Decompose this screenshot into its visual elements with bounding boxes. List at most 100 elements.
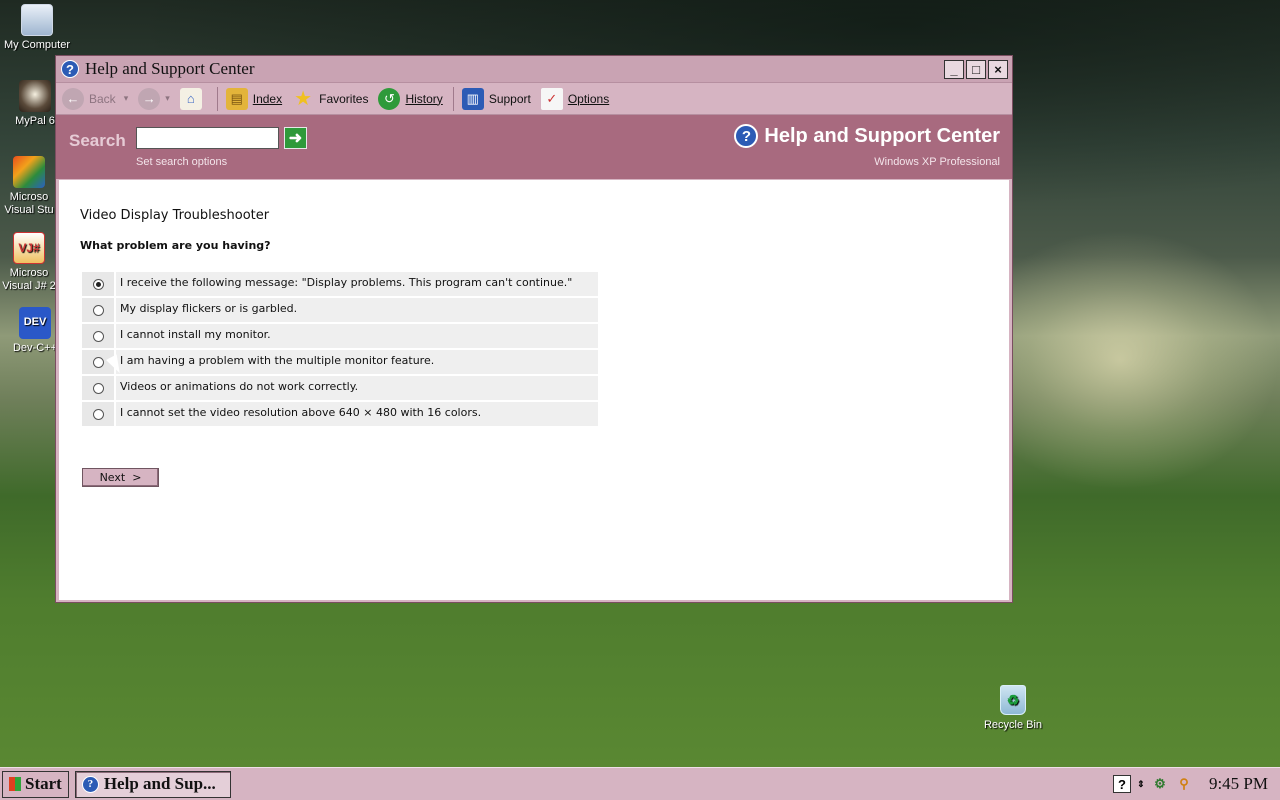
star-icon: ★ [294,88,313,110]
option-label[interactable]: I am having a problem with the multiple … [116,350,598,374]
help-tray-icon[interactable]: ? [1112,775,1131,793]
support-icon: ▥ [461,87,484,110]
desktop-icon-visual-studio[interactable]: Microso Visual Stu [0,156,60,217]
radio-cell [82,298,114,322]
content-pane: Video Display Troubleshooter What proble… [59,180,1009,600]
toolbar-separator [216,86,218,111]
visual-jsharp-icon: VJ# [13,232,45,264]
help-icon: ? [81,775,99,793]
forward-dropdown-icon[interactable]: ▾ [165,93,170,104]
radio-button[interactable] [92,408,104,420]
minimize-button[interactable]: _ [944,59,964,79]
go-arrow-icon: ➜ [288,130,303,147]
start-button[interactable]: Start [2,770,69,798]
search-label: Search [69,131,126,150]
taskbar-item-help-support[interactable]: ? Help and Sup... [74,770,231,798]
question-text: What problem are you having? [80,239,271,252]
start-label: Start [25,774,62,793]
desktop-icon-my-computer[interactable]: My Computer [0,4,74,51]
brand-title: ? Help and Support Center [734,124,1000,148]
desktop-icon-visual-jsharp[interactable]: VJ# Microso Visual J# 2 [0,232,60,293]
options-button[interactable]: ✓ Options [540,87,610,110]
home-icon: ⌂ [179,87,202,110]
radio-cell [82,324,114,348]
windows-flag-icon [9,777,21,791]
window-titlebar[interactable]: ? Help and Support Center _ □ × [56,56,1012,83]
brand-subtitle: Windows XP Professional [874,156,1000,168]
toolbar-separator [452,86,454,111]
history-label: History [405,91,443,106]
back-button[interactable]: ← Back ▾ [62,87,129,110]
support-button[interactable]: ▥ Support [461,87,531,110]
help-support-window: ? Help and Support Center _ □ × ← Back ▾… [55,55,1013,603]
problem-option[interactable]: My display flickers or is garbled. [82,298,598,322]
search-input[interactable] [136,127,279,149]
brand-title-text: Help and Support Center [764,124,1000,147]
option-label[interactable]: Videos or animations do not work correct… [116,376,598,400]
option-label[interactable]: I cannot install my monitor. [116,324,598,348]
radio-button[interactable] [92,356,104,368]
close-button[interactable]: × [988,59,1008,79]
problem-option[interactable]: I cannot install my monitor. [82,324,598,348]
support-label: Support [488,91,531,106]
options-label: Options [567,91,610,106]
desktop-icon-label: My Computer [3,39,71,51]
desktop-icon-label: Microso Visual J# 2 [2,267,56,292]
radio-button[interactable] [92,382,104,394]
window-controls: _ □ × [944,59,1008,79]
system-tray: ? ⇕ ⚙ ⚲ 9:45 PM [1112,771,1276,798]
page-title: Video Display Troubleshooter [80,208,270,223]
radio-cell [82,376,114,400]
search-band: Search ➜ Set search options ? Help and S… [56,115,1012,179]
radio-button[interactable] [92,330,104,342]
toolbar: ← Back ▾ → ▾ ⌂ ▤ Index ★ Favorites ↺ His… [56,83,1012,115]
radio-button[interactable] [92,304,104,316]
search-tray-icon[interactable]: ⚲ [1175,775,1193,793]
option-label[interactable]: I receive the following message: "Displa… [116,272,598,296]
taskbar: Start ? Help and Sup... ? ⇕ ⚙ ⚲ 9:45 PM [0,767,1280,800]
favorites-button[interactable]: ★ Favorites [292,88,368,110]
mypal-icon [19,80,51,112]
radio-button[interactable] [92,278,104,290]
devcpp-icon: DEV [19,307,51,339]
history-icon: ↺ [378,87,401,110]
computer-icon [21,4,53,36]
visual-studio-icon [13,156,45,188]
option-label[interactable]: I cannot set the video resolution above … [116,402,598,426]
back-label: Back [89,91,116,106]
index-label: Index [252,91,283,106]
options-checklist-icon: ✓ [540,87,563,110]
desktop-icon-label: Microso Visual Stu [4,191,54,216]
network-tray-icon[interactable]: ⚙ [1151,775,1169,793]
taskbar-item-label: Help and Sup... [103,774,216,793]
problem-option[interactable]: I cannot set the video resolution above … [82,402,598,426]
radio-cell [82,272,114,296]
search-go-button[interactable]: ➜ [284,127,307,149]
favorites-label: Favorites [319,91,369,106]
window-title: Help and Support Center [85,59,255,78]
help-icon: ? [734,124,759,148]
forward-arrow-icon: → [138,87,161,110]
home-button[interactable]: ⌂ [179,87,207,110]
tray-scroll-arrows-icon[interactable]: ⇕ [1137,775,1145,793]
clock[interactable]: 9:45 PM [1209,774,1268,794]
help-icon: ? [61,60,79,78]
back-arrow-icon: ← [62,87,84,110]
problem-option[interactable]: I am having a problem with the multiple … [82,350,598,374]
next-button[interactable]: Next > [82,468,159,487]
index-button[interactable]: ▤ Index [225,87,283,110]
set-search-options-link[interactable]: Set search options [136,156,227,168]
option-label[interactable]: My display flickers or is garbled. [116,298,598,322]
desktop-icon-label: Recycle Bin [983,719,1043,731]
desktop-icon-recycle-bin[interactable]: ♻ Recycle Bin [975,685,1051,731]
problem-options-list: I receive the following message: "Displa… [82,272,598,428]
recycle-bin-icon: ♻ [1000,685,1026,715]
problem-option[interactable]: I receive the following message: "Displa… [82,272,598,296]
book-icon: ▤ [225,87,248,110]
maximize-button[interactable]: □ [966,59,986,79]
back-dropdown-icon[interactable]: ▾ [124,93,129,104]
forward-button[interactable]: → ▾ [138,87,170,110]
history-button[interactable]: ↺ History [378,87,443,110]
radio-cell [82,402,114,426]
problem-option[interactable]: Videos or animations do not work correct… [82,376,598,400]
